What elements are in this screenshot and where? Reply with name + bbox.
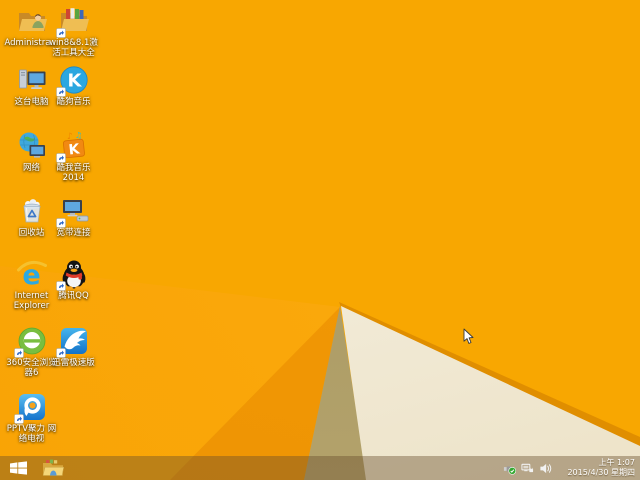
svg-text:♫: ♫	[75, 131, 82, 140]
tencent-qq-icon	[55, 258, 90, 291]
clock-date: 2015/4/30 星期四	[567, 468, 635, 477]
desktop-icon-win8-activation-tools[interactable]: win8&8.1激 活工具大全	[47, 5, 100, 58]
win8-activation-tools-folder-icon	[55, 5, 90, 38]
broadband-connection-icon	[55, 195, 90, 228]
wired-network-icon[interactable]	[521, 462, 534, 475]
desktop-icon-label: 腾讯QQ	[58, 291, 89, 301]
desktop-icon-label: 酷我音乐 2014	[56, 163, 91, 183]
desktop-icon-label: 回收站	[18, 228, 45, 238]
desktop-icon-kugou-music[interactable]: K 酷狗音乐	[47, 64, 100, 107]
desktop-screen: Administra... win8&8.1激 活工具大全 这台电脑 K 酷狗音…	[0, 0, 640, 480]
desktop-icon-label: win8&8.1激 活工具大全	[49, 38, 98, 58]
desktop-icon-label: 酷狗音乐	[56, 97, 91, 107]
shortcut-arrow-icon	[13, 414, 24, 424]
desktop-icon-label: PPTV聚力 网 络电视	[6, 424, 57, 444]
desktop-icon-label: 这台电脑	[14, 97, 49, 107]
360-security-browser-icon	[13, 325, 48, 358]
clock-time: 上午 1:07	[598, 458, 635, 467]
shortcut-arrow-icon	[55, 348, 66, 358]
desktop-icon-pptv[interactable]: PPTV聚力 网 络电视	[5, 391, 58, 444]
shortcut-arrow-icon	[55, 281, 66, 291]
system-tray: 上午 1:07 2015/4/30 星期四	[503, 458, 640, 478]
administrator-folder-icon	[16, 5, 48, 37]
desktop-icon-label: Internet Explorer	[13, 291, 50, 311]
this-pc-icon	[16, 64, 48, 96]
file-explorer-button[interactable]	[37, 456, 68, 480]
taskbar: 上午 1:07 2015/4/30 星期四	[0, 456, 640, 480]
desktop-icon-label: 宽带连接	[56, 228, 91, 238]
shortcut-arrow-icon	[55, 153, 66, 163]
mouse-cursor	[463, 328, 474, 344]
windows-logo-icon	[10, 461, 27, 475]
folder-explorer-icon	[42, 459, 64, 476]
network-icon	[16, 130, 48, 162]
desktop-icon-tencent-qq[interactable]: 腾讯QQ	[47, 258, 100, 301]
desktop-icon-label: 迅雷极速版	[52, 358, 95, 368]
kuwo-music-icon: ♪ ♫ K	[55, 130, 90, 163]
pptv-icon	[13, 391, 48, 424]
start-button[interactable]	[0, 456, 37, 480]
desktop-icon-thunder-speed[interactable]: 迅雷极速版	[47, 325, 100, 368]
desktop-icon-broadband-connection[interactable]: 宽带连接	[47, 195, 100, 238]
desktop-icon-label: 网络	[22, 163, 40, 173]
shortcut-arrow-icon	[13, 348, 24, 358]
volume-icon[interactable]	[539, 462, 552, 475]
thunder-bird-icon	[55, 325, 90, 358]
taskbar-clock[interactable]: 上午 1:07 2015/4/30 星期四	[561, 458, 635, 478]
shortcut-arrow-icon	[55, 87, 66, 97]
internet-explorer-icon: e	[16, 258, 48, 291]
recycle-bin-icon	[16, 195, 48, 227]
shortcut-arrow-icon	[55, 218, 66, 228]
safely-remove-hardware-icon[interactable]	[503, 462, 516, 475]
kugou-music-icon: K	[55, 64, 90, 97]
desktop-icon-kuwo-music[interactable]: ♪ ♫ K 酷我音乐 2014	[47, 130, 100, 183]
shortcut-arrow-icon	[55, 28, 66, 38]
svg-text:K: K	[67, 71, 82, 92]
